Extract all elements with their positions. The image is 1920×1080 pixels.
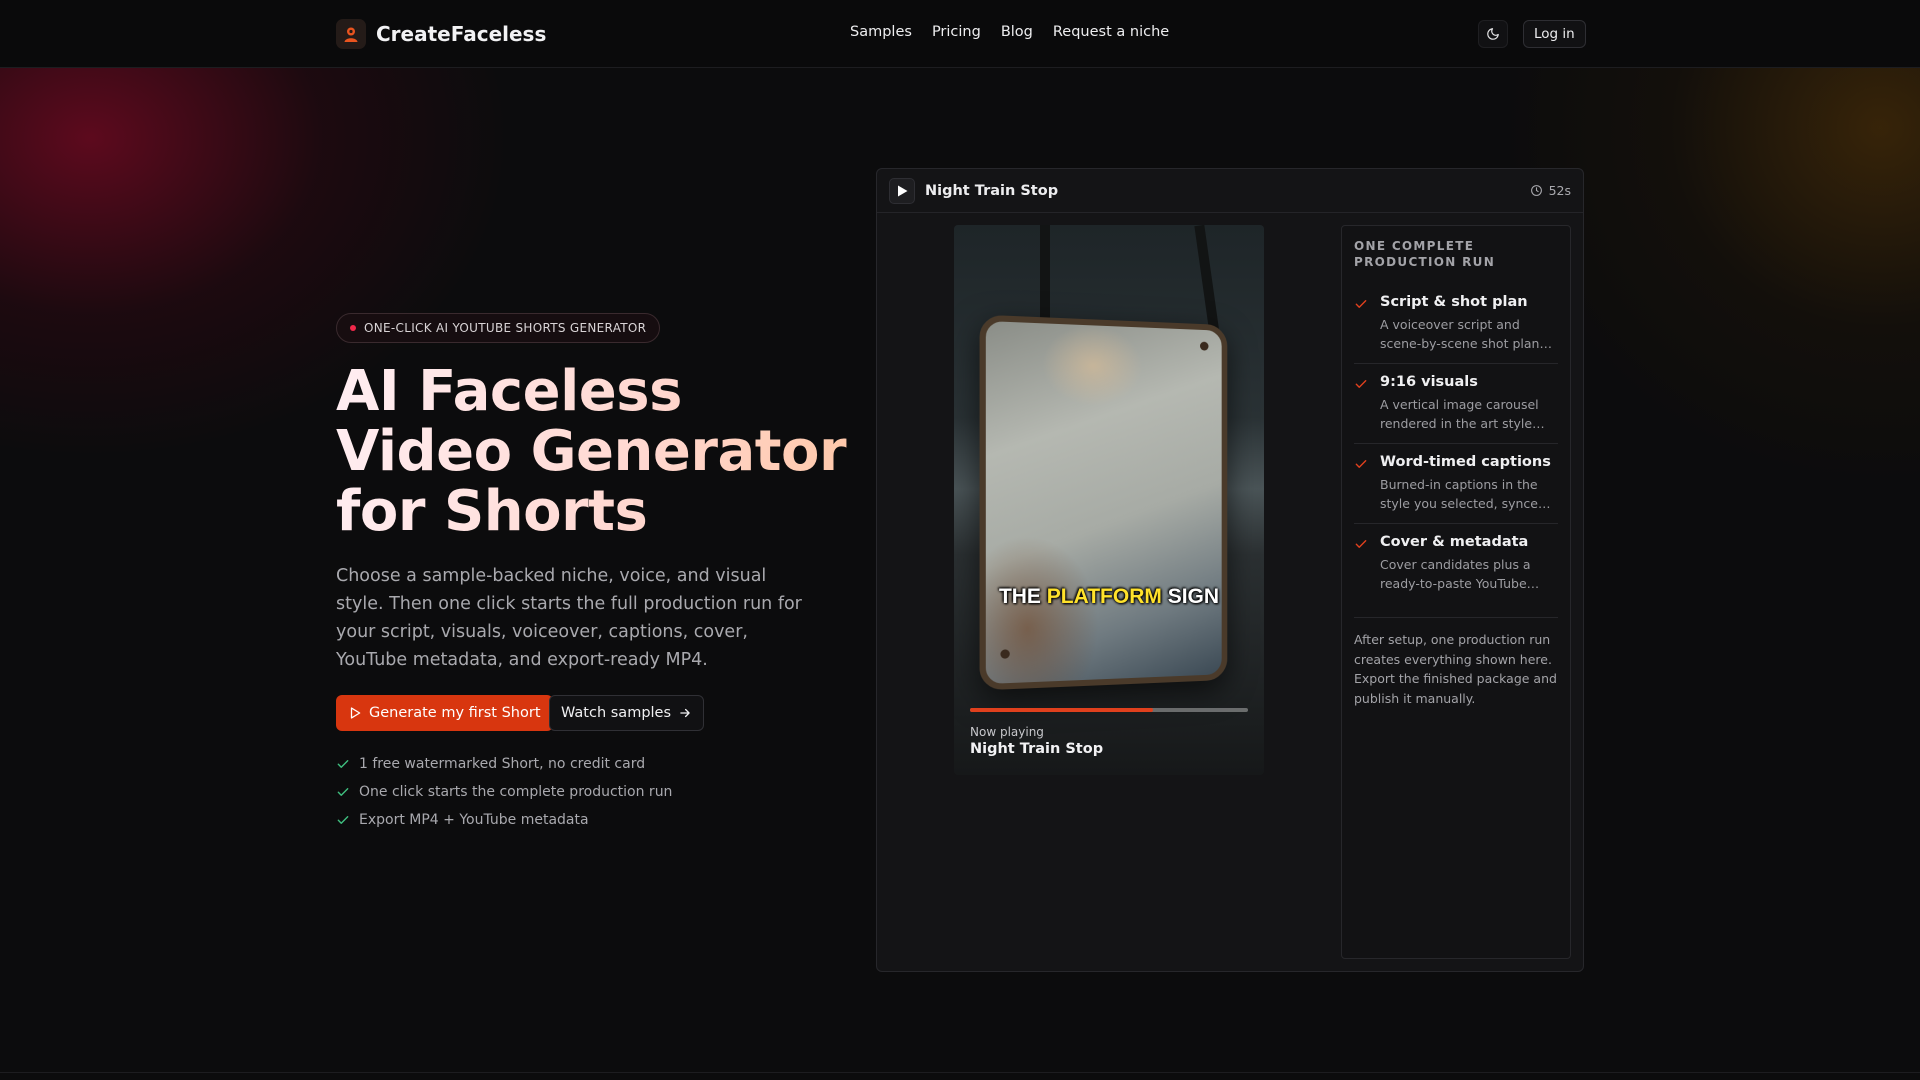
section-divider — [0, 1072, 1920, 1073]
nav-link-samples[interactable]: Samples — [850, 24, 912, 40]
nav-link-request-niche[interactable]: Request a niche — [1053, 24, 1169, 40]
sign-pole — [1194, 225, 1220, 336]
production-step: Word-timed captions Burned-in captions i… — [1354, 444, 1558, 524]
step-title: Cover & metadata — [1380, 534, 1529, 550]
hero-benefits-list: 1 free watermarked Short, no credit card… — [336, 750, 672, 834]
platform-sign-image — [979, 314, 1228, 691]
hero-title: AI Faceless Video Generator for Shorts — [336, 362, 856, 542]
hero-title-line-1: AI Faceless — [336, 359, 682, 424]
benefit-text: Export MP4 + YouTube metadata — [359, 812, 589, 828]
production-run-title: ONE COMPLETE PRODUCTION RUN — [1354, 239, 1496, 269]
sign-pole — [1040, 225, 1050, 325]
benefit-item: Export MP4 + YouTube metadata — [336, 806, 672, 834]
check-icon — [1354, 454, 1370, 513]
now-playing-label: Now playing — [970, 725, 1044, 739]
production-step: Cover & metadata Cover candidates plus a… — [1354, 524, 1558, 603]
caption-highlight-word: PLATFORM — [1046, 585, 1162, 608]
nav-link-blog[interactable]: Blog — [1001, 24, 1033, 40]
hero-subtitle: Choose a sample-backed niche, voice, and… — [336, 566, 802, 670]
check-icon — [337, 788, 349, 796]
benefit-item: 1 free watermarked Short, no credit card — [336, 750, 672, 778]
play-button[interactable] — [889, 177, 915, 204]
production-steps-list: Script & shot plan A voiceover script an… — [1354, 284, 1558, 603]
production-step: 9:16 visuals A vertical image carousel r… — [1354, 364, 1558, 444]
badge-label: ONE-CLICK AI YOUTUBE SHORTS GENERATOR — [364, 321, 647, 335]
preview-title: Night Train Stop — [925, 182, 1059, 199]
clock-icon — [1530, 185, 1542, 196]
preview-card-header: Night Train Stop 52s — [877, 169, 1583, 213]
check-icon — [1354, 534, 1370, 593]
benefit-item: One click starts the complete production… — [336, 778, 672, 806]
sign-bolt — [1199, 341, 1209, 351]
video-progress-fill — [970, 708, 1154, 712]
main-nav: Samples Pricing Blog Request a niche — [850, 24, 1169, 40]
arrow-right-icon — [680, 708, 690, 718]
play-icon — [897, 185, 907, 196]
step-description: Burned-in captions in the style you sele… — [1380, 477, 1546, 511]
hero-title-line-3: for Shorts — [336, 479, 648, 544]
watch-samples-label: Watch samples — [561, 705, 672, 721]
step-title: Word-timed captions — [1380, 454, 1551, 470]
watch-samples-button[interactable]: Watch samples — [549, 695, 705, 731]
production-run-panel: ONE COMPLETE PRODUCTION RUN Script & sho… — [1341, 225, 1571, 959]
production-step: Script & shot plan A voiceover script an… — [1354, 284, 1558, 364]
video-player[interactable]: THE PLATFORM SIGN Now playing Night Trai… — [954, 225, 1264, 775]
login-button[interactable]: Log in — [1523, 20, 1586, 48]
generate-first-short-button[interactable]: Generate my first Short — [336, 695, 553, 731]
step-description: Cover candidates plus a ready-to-paste Y… — [1380, 557, 1531, 591]
moon-icon — [1487, 28, 1499, 40]
faceless-avatar-icon — [336, 19, 366, 49]
play-outline-icon — [350, 707, 361, 719]
benefit-text: One click starts the complete production… — [359, 784, 673, 800]
step-title: 9:16 visuals — [1380, 374, 1478, 390]
nav-link-pricing[interactable]: Pricing — [932, 24, 981, 40]
video-caption: THE PLATFORM SIGN — [954, 585, 1264, 609]
generate-first-short-label: Generate my first Short — [369, 705, 541, 721]
video-progress-bar[interactable] — [970, 708, 1248, 712]
brand-name: CreateFaceless — [376, 22, 547, 46]
sign-bolt — [1000, 649, 1010, 659]
check-icon — [337, 816, 349, 824]
top-navigation-bar: CreateFaceless Samples Pricing Blog Requ… — [0, 0, 1920, 68]
theme-toggle-button[interactable] — [1478, 20, 1508, 48]
production-run-note: After setup, one production run creates … — [1354, 617, 1558, 708]
check-icon — [337, 760, 349, 768]
badge-dot-icon — [350, 325, 356, 331]
step-title: Script & shot plan — [1380, 294, 1528, 310]
video-preview-card: Night Train Stop 52s THE PLATFORM SIGN N… — [876, 168, 1584, 972]
now-playing-title: Night Train Stop — [970, 741, 1104, 757]
hero-badge: ONE-CLICK AI YOUTUBE SHORTS GENERATOR — [336, 313, 661, 343]
step-description: A voiceover script and scene-by-scene sh… — [1380, 317, 1540, 351]
check-icon — [1354, 374, 1370, 433]
caption-word: THE — [998, 585, 1047, 608]
duration-text: 52s — [1548, 183, 1571, 198]
step-description: A vertical image carousel rendered in th… — [1380, 397, 1539, 431]
hero-title-line-2: Video Generator — [336, 419, 847, 484]
video-duration: 52s — [1530, 183, 1571, 198]
check-icon — [1354, 294, 1370, 353]
brand-logo[interactable]: CreateFaceless — [336, 19, 546, 49]
benefit-text: 1 free watermarked Short, no credit card — [359, 756, 646, 772]
caption-word: SIGN — [1161, 585, 1220, 608]
